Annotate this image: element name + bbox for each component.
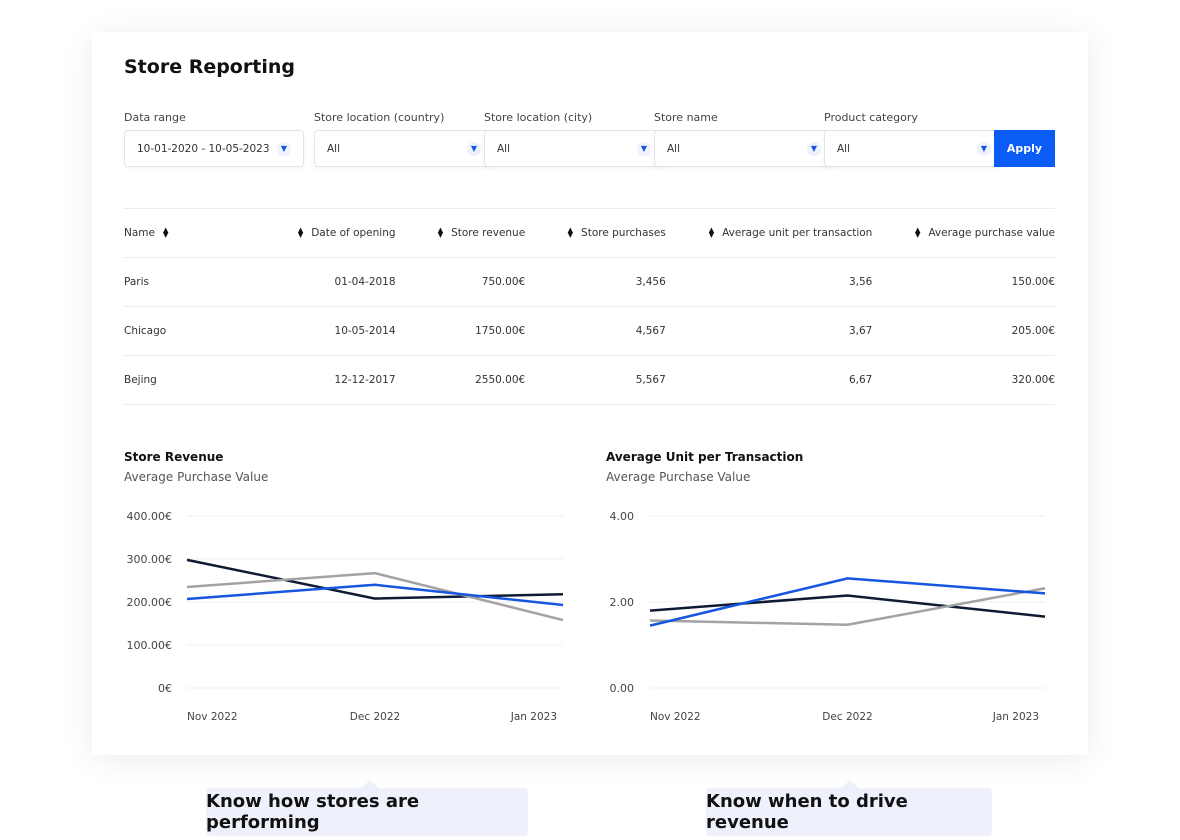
- x-tick-label: Nov 2022: [187, 711, 238, 723]
- y-tick-label: 400.00€: [127, 510, 173, 523]
- x-tick-label: Dec 2022: [822, 711, 872, 723]
- x-tick-label: Dec 2022: [350, 711, 400, 723]
- y-tick-label: 2.00: [610, 596, 635, 609]
- store-reporting-card: Store Reporting Data range 10-01-2020 - …: [92, 32, 1088, 755]
- y-tick-label: 300.00€: [127, 553, 173, 566]
- charts: 0€ 100.00€ 200.00€ 300.00€ 400.00€ Nov 2022 De…: [127, 510, 1046, 723]
- y-tick-label: 4.00: [610, 510, 635, 523]
- y-tick-label: 100.00€: [127, 639, 173, 652]
- y-tick-label: 0€: [158, 682, 172, 695]
- series-line-0: [186, 558, 564, 600]
- y-tick-label: 200.00€: [127, 596, 173, 609]
- y-tick-label: 0.00: [610, 682, 635, 695]
- x-tick-label: Jan 2023: [992, 711, 1039, 723]
- callout-performance: Know how stores are performing: [206, 780, 528, 836]
- x-tick-label: Nov 2022: [650, 711, 701, 723]
- x-tick-label: Jan 2023: [510, 711, 557, 723]
- callout-revenue: Know when to drive revenue: [706, 780, 992, 836]
